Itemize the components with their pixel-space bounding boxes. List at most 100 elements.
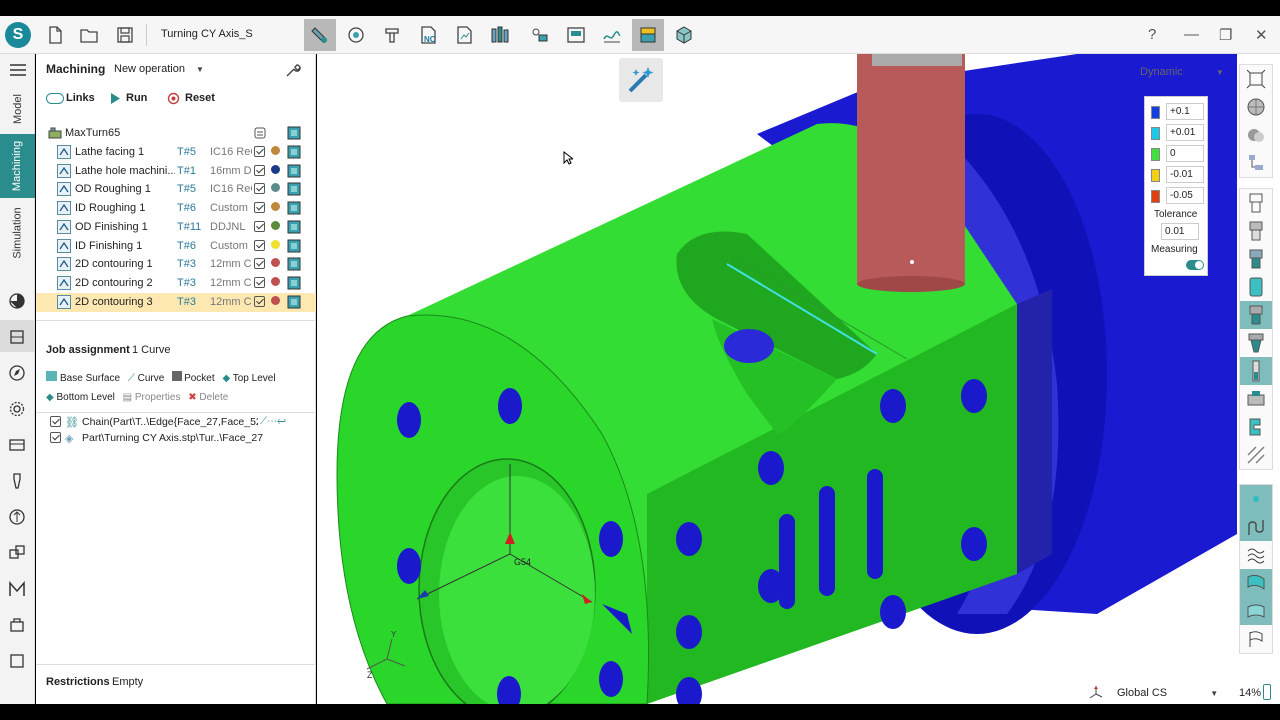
surface-flag-button-2[interactable] [1240,597,1272,625]
pocket-button[interactable]: Pocket [172,371,215,384]
hamburger-menu-icon[interactable] [9,62,27,78]
operation-checkbox[interactable] [254,202,265,214]
notes-icon[interactable] [253,126,267,140]
delete-button[interactable]: ✖ Delete [188,392,228,403]
operation-row[interactable]: ID Roughing 1 T#6 Custom [36,199,316,218]
machine-tool-icon[interactable] [8,328,26,346]
compass-icon[interactable] [8,364,26,382]
ribbon-nc-button[interactable]: NC [412,19,444,51]
legend-swatch[interactable] [1151,148,1160,161]
operation-checkbox[interactable] [254,146,265,157]
global-cs-dropdown[interactable]: Global CS ▼ [1117,687,1218,699]
surface-flag-button[interactable] [1240,569,1272,597]
operation-color-dot[interactable] [271,258,280,268]
operation-checkbox[interactable] [254,183,265,195]
curve-button[interactable]: ⟋ Curve [128,373,164,384]
operation-row[interactable]: OD Finishing 1 T#11 DDJNL [36,218,316,237]
operation-color-dot[interactable] [271,220,280,230]
ribbon-machine-button[interactable] [560,19,592,51]
restore-icon[interactable]: ❐ [1219,26,1232,44]
operation-color-dot[interactable] [271,295,280,305]
layers-icon[interactable] [8,544,26,562]
legend-value-input[interactable]: -0.01 [1166,166,1204,183]
ribbon-simulation-button[interactable] [632,19,664,51]
new-file-icon[interactable] [44,24,66,46]
fixture-icon[interactable] [8,436,26,454]
tool-view-button-4[interactable] [1240,273,1272,301]
operation-row[interactable]: ID Finishing 1 T#6 Custom [36,237,316,256]
operation-row[interactable]: OD Roughing 1 T#5 IC16 ReC [36,180,316,199]
operation-checkbox[interactable] [254,295,265,307]
status-icon[interactable] [287,145,301,159]
ribbon-tool-button[interactable] [340,19,372,51]
top-level-button[interactable]: ◆ Top Level [222,373,275,384]
assignment-checkbox[interactable] [50,416,61,427]
ribbon-3d-button[interactable] [668,19,700,51]
stock-icon[interactable] [8,616,26,634]
edit-chain-icon[interactable]: ⟋⋯↩ [260,416,286,427]
cutter-icon[interactable] [8,472,26,490]
zoom-indicator[interactable] [1263,684,1271,700]
ribbon-tools-list-button[interactable] [484,19,516,51]
app-logo[interactable]: S [5,22,31,48]
tool-view-button-2[interactable] [1240,217,1272,245]
ribbon-machining-button[interactable] [304,19,336,51]
operation-color-dot[interactable] [271,202,280,212]
status-icon[interactable] [287,126,301,140]
assignment-checkbox[interactable] [50,432,61,443]
operation-color-dot[interactable] [271,183,280,193]
direction-icon[interactable] [8,508,26,526]
macro-icon[interactable] [8,580,26,598]
legend-value-input[interactable]: 0 [1166,145,1204,162]
operation-checkbox[interactable] [254,164,265,176]
status-icon[interactable] [287,295,301,309]
status-icon[interactable] [287,182,301,196]
shaded-view-button[interactable] [1240,121,1272,149]
close-icon[interactable]: ✕ [1255,26,1268,44]
tool-view-button-7[interactable] [1240,357,1272,385]
operation-checkbox[interactable] [254,220,265,232]
status-icon[interactable] [287,164,301,178]
status-icon[interactable] [287,276,301,290]
operation-row[interactable]: Lathe facing 1 T#5 IC16 ReC [36,143,316,162]
legend-swatch[interactable] [1151,106,1160,119]
point-button[interactable] [1240,485,1272,513]
tree-root[interactable]: MaxTurn65 [36,124,316,143]
legend-swatch[interactable] [1151,127,1160,140]
help-icon[interactable]: ? [1148,26,1156,43]
tab-model[interactable]: Model [0,84,35,134]
tab-simulation[interactable]: Simulation [0,200,35,266]
tool-view-button-8[interactable] [1240,385,1272,413]
operation-checkbox[interactable] [254,258,265,270]
status-icon[interactable] [287,201,301,215]
operation-color-dot[interactable] [271,146,280,155]
operation-checkbox[interactable] [254,239,265,251]
tool-view-button-3[interactable] [1240,245,1272,273]
operation-row[interactable]: 2D contouring 2 T#3 12mm C [36,274,316,293]
legend-swatch[interactable] [1151,169,1160,182]
operation-color-dot[interactable] [271,276,280,286]
wave-button[interactable] [1240,541,1272,569]
curve-path-button[interactable] [1240,513,1272,541]
legend-value-input[interactable]: -0.05 [1166,187,1204,204]
status-icon[interactable] [287,257,301,271]
tool-view-button-9[interactable] [1240,413,1272,441]
3d-viewport[interactable]: G54 Z Y Dynamic ▼ [317,54,1237,704]
square-icon[interactable] [8,652,26,670]
tab-machining[interactable]: Machining [0,134,35,198]
operation-color-dot[interactable] [271,164,280,174]
operation-row[interactable]: Lathe hole machini... T#1 16mm D [36,162,316,181]
tolerance-input[interactable]: 0.01 [1161,223,1199,240]
ribbon-workpiece-button[interactable] [524,19,556,51]
magic-wand-button[interactable] [619,58,663,102]
open-folder-icon[interactable] [78,24,100,46]
tool-view-button-5[interactable] [1240,301,1272,329]
minimize-icon[interactable]: — [1184,26,1199,43]
tool-view-button-6[interactable] [1240,329,1272,357]
analysis-icon[interactable] [8,292,26,310]
status-icon[interactable] [287,220,301,234]
legend-value-input[interactable]: +0.01 [1166,124,1204,141]
new-operation-dropdown[interactable]: New operation ▼ [114,63,204,75]
wrench-icon[interactable] [285,62,301,78]
properties-button[interactable]: ▤ Properties [123,392,181,403]
